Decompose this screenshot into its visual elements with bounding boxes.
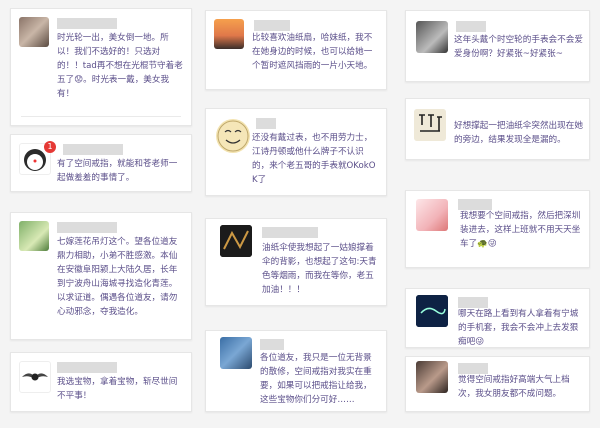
comment-card: 时光轮一出，美女倒一地。所以！我们不选好的！只选对的！！tad再不想在光棍节守着… — [10, 8, 192, 126]
comment-text: 七嫁莲花吊灯这个。望各位道友鼎力相助，小弟不胜感激。本仙在安徽阜阳颍上大陆久居，… — [57, 237, 178, 317]
comment-card: 我选宝物，拿着宝物，斩尽世间不平事！ — [10, 352, 192, 412]
comment-text: 这年头戴个时空轮的手表会不会爱爱身份啊？好紧张~好紧张~ — [454, 35, 583, 59]
username-redacted[interactable] — [57, 362, 117, 373]
bentley-logo-icon — [22, 373, 48, 381]
comment-card: 还没有戴过表，也不用劳力士，江诗丹顿或他什么牌子不认识的，来个老五哥的手表就OK… — [205, 108, 387, 196]
avatar[interactable] — [19, 221, 49, 251]
comment-text: 还没有戴过表，也不用劳力士，江诗丹顿或他什么牌子不认识的，来个老五哥的手表就OK… — [252, 133, 376, 185]
comment-card: 哪天在路上看到有人拿着有宁城的手机套，我会不会冲上去发狠痴吧😜 — [405, 288, 590, 348]
comment-card: 七嫁莲花吊灯这个。望各位道友鼎力相助，小弟不胜感激。本仙在安徽阜阳颍上大陆久居，… — [10, 212, 192, 340]
comment-card: 我想要个空间戒指，然后把深圳装进去，这样上班就不用天天坐车了🐢😜 — [405, 190, 590, 268]
comment-card: 1 有了空间戒指，就能和苍老师一起做羞羞的事情了。 — [10, 134, 192, 192]
username-redacted[interactable] — [57, 222, 117, 233]
username-redacted[interactable] — [260, 339, 284, 350]
avatar[interactable] — [216, 119, 250, 153]
avatar[interactable] — [414, 109, 446, 141]
comment-card: 各位道友，我只是一位无背景的散修，空间戒指对我实在重要，如果可以把戒指让给我，这… — [205, 330, 387, 412]
username-redacted[interactable] — [57, 18, 117, 29]
divider — [21, 116, 181, 117]
username-redacted[interactable] — [254, 20, 290, 31]
avatar[interactable] — [416, 21, 448, 53]
avatar[interactable] — [220, 337, 252, 369]
avatar[interactable] — [214, 19, 244, 49]
comment-text: 觉得空间戒指好高端大气上档次，我女朋友都不成问题。 — [458, 375, 570, 399]
username-redacted[interactable] — [456, 21, 486, 32]
comment-card: 比较喜欢油纸扇，哈妹纸，我不在她身边的时候，也可以给她一个暂时遮风挡雨的一片小天… — [205, 10, 387, 90]
comment-text: 各位道友，我只是一位无背景的散修，空间戒指对我实在重要，如果可以把戒指让给我，这… — [260, 353, 372, 405]
comment-text: 我想要个空间戒指，然后把深圳装进去，这样上班就不用天天坐车了🐢😜 — [460, 211, 581, 249]
meme-face-icon — [217, 120, 249, 152]
avatar[interactable] — [416, 199, 448, 231]
comment-text: 我选宝物，拿着宝物，斩尽世间不平事！ — [57, 377, 178, 401]
comment-text: 油纸伞使我想起了一姑娘撑着伞的背影，也想起了这句:天青色等烟雨，而我在等你，老五… — [262, 243, 377, 295]
comment-card: 油纸伞使我想起了一姑娘撑着伞的背影，也想起了这句:天青色等烟雨，而我在等你，老五… — [205, 218, 387, 306]
avatar[interactable] — [220, 225, 252, 257]
comment-card: 好想撑起一把油纸伞突然出现在她的旁边，结果发现全是漏的。 — [405, 98, 590, 160]
comment-card: 这年头戴个时空轮的手表会不会爱爱身份啊？好紧张~好紧张~ — [405, 10, 590, 82]
avatar[interactable] — [416, 361, 448, 393]
avatar[interactable] — [19, 361, 51, 393]
comment-text: 比较喜欢油纸扇，哈妹纸，我不在她身边的时候，也可以给她一个暂时遮风挡雨的一片小天… — [252, 33, 373, 71]
username-redacted[interactable] — [256, 118, 276, 129]
avatar[interactable] — [416, 295, 448, 327]
calligraphy-icon — [414, 109, 446, 141]
avatar[interactable] — [19, 17, 49, 47]
comment-text: 好想撑起一把油纸伞突然出现在她的旁边，结果发现全是漏的。 — [454, 121, 583, 145]
comment-text: 哪天在路上看到有人拿着有宁城的手机套，我会不会冲上去发狠痴吧😜 — [458, 309, 579, 347]
username-redacted[interactable] — [262, 227, 318, 238]
comment-card: 觉得空间戒指好高端大气上档次，我女朋友都不成问题。 — [405, 356, 590, 412]
comment-text: 有了空间戒指，就能和苍老师一起做羞羞的事情了。 — [57, 159, 178, 183]
notification-badge: 1 — [44, 141, 56, 153]
dark-pattern-icon — [220, 225, 252, 257]
comment-text: 时光轮一出，美女倒一地。所以！我们不选好的！只选对的！！tad再不想在光棍节守着… — [57, 33, 183, 99]
username-redacted[interactable] — [63, 144, 123, 155]
dark-text-icon — [416, 295, 448, 327]
